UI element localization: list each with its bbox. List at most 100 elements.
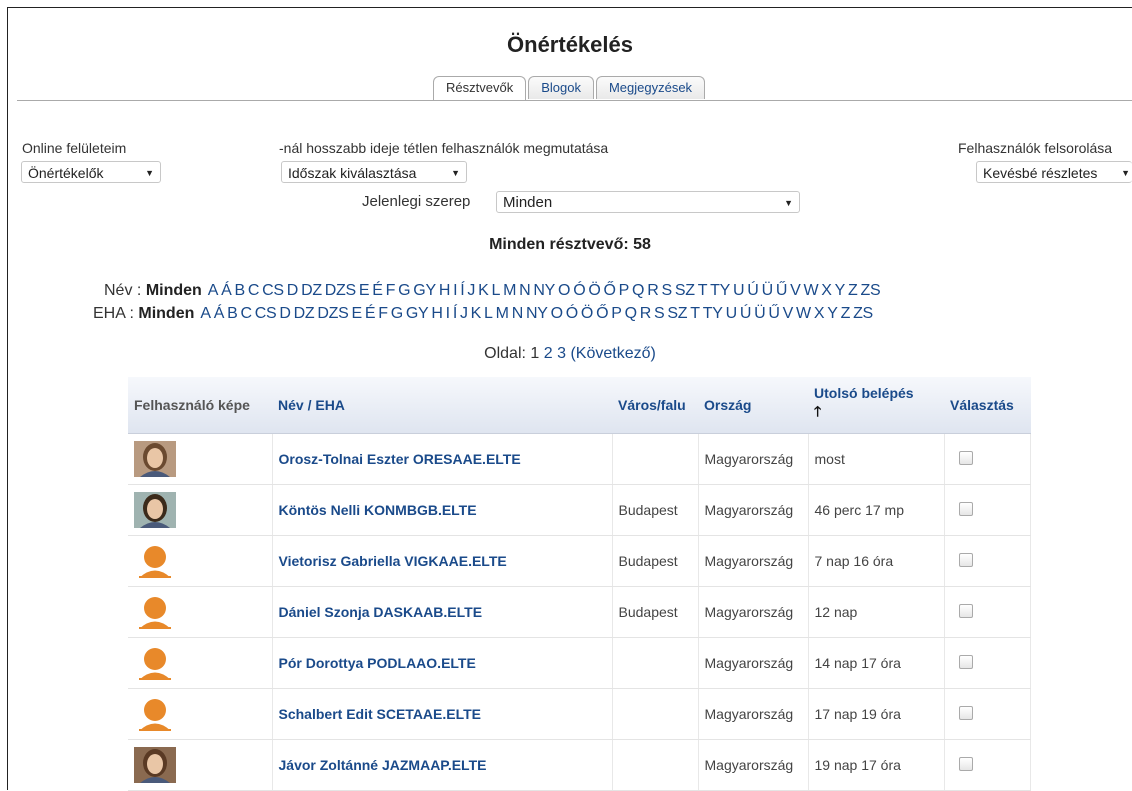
select-checkbox[interactable] [958, 756, 973, 771]
initial-letter-link[interactable]: ZS [861, 282, 881, 299]
initial-letter-link[interactable]: T [698, 282, 708, 299]
initial-letter-link[interactable]: P [611, 305, 622, 322]
user-photo[interactable] [134, 441, 266, 477]
initial-letter-link[interactable]: Z [841, 305, 851, 322]
initial-letter-link[interactable]: Á [214, 305, 225, 322]
initial-letter-link[interactable]: W [796, 305, 811, 322]
tab-blogs[interactable]: Blogok [528, 76, 594, 99]
initial-letter-link[interactable]: V [783, 305, 794, 322]
initial-letter-link[interactable]: NY [526, 305, 548, 322]
initial-letter-link[interactable]: U [726, 305, 738, 322]
initial-letter-link[interactable]: DZS [325, 282, 356, 299]
user-list-select[interactable]: Kevésbé részletes ▼ [976, 161, 1132, 183]
initial-letter-link[interactable]: É [372, 282, 383, 299]
select-checkbox[interactable] [958, 501, 973, 516]
initial-letter-link[interactable]: N [519, 282, 531, 299]
role-select[interactable]: Minden ▼ [496, 191, 800, 213]
initial-letter-link[interactable]: H [439, 282, 451, 299]
initial-letter-link[interactable]: G [391, 305, 403, 322]
initial-letter-link[interactable]: TY [703, 305, 723, 322]
initial-letter-link[interactable]: S [654, 305, 665, 322]
user-name-link[interactable]: Jávor Zoltánné JAZMAAP.ELTE [279, 757, 487, 773]
user-photo[interactable] [134, 747, 266, 783]
default-avatar-icon[interactable] [134, 696, 266, 732]
initial-letter-link[interactable]: C [248, 282, 260, 299]
user-name-link[interactable]: Dániel Szonja DASKAAB.ELTE [279, 604, 483, 620]
user-name-link[interactable]: Köntös Nelli KONMBGB.ELTE [279, 502, 477, 518]
header-last-login[interactable]: Utolsó belépés 🡑 [808, 377, 944, 434]
initial-letter-link[interactable]: DZ [294, 305, 315, 322]
initial-letter-link[interactable]: DZS [317, 305, 348, 322]
initial-letter-link[interactable]: B [227, 305, 238, 322]
tab-comments[interactable]: Megjegyzések [595, 76, 706, 99]
page-link[interactable]: 2 [544, 345, 553, 362]
initial-letter-link[interactable]: X [821, 282, 832, 299]
user-name-link[interactable]: Orosz-Tolnai Eszter ORESAAE.ELTE [279, 451, 521, 467]
header-city[interactable]: Város/falu [612, 377, 698, 434]
initial-letter-link[interactable]: S [661, 282, 672, 299]
initial-letter-link[interactable]: M [496, 305, 509, 322]
initial-letter-link[interactable]: F [378, 305, 388, 322]
initial-letter-link[interactable]: Ű [768, 305, 780, 322]
initial-letter-link[interactable]: Ü [762, 282, 774, 299]
initial-letter-link[interactable]: CS [262, 282, 284, 299]
initial-letter-link[interactable]: Á [221, 282, 232, 299]
header-name[interactable]: Név / EHA [272, 377, 612, 434]
initial-letter-link[interactable]: R [647, 282, 659, 299]
initial-letter-link[interactable]: F [386, 282, 396, 299]
initial-letter-link[interactable]: NY [533, 282, 555, 299]
initial-letter-link[interactable]: R [640, 305, 652, 322]
initial-letter-link[interactable]: G [398, 282, 410, 299]
select-checkbox[interactable] [958, 450, 973, 465]
initial-letter-link[interactable]: O [558, 282, 570, 299]
initial-letter-link[interactable]: T [690, 305, 700, 322]
initial-letter-link[interactable]: Ű [776, 282, 788, 299]
default-avatar-icon[interactable] [134, 543, 266, 579]
initial-letter-link[interactable]: GY [406, 305, 429, 322]
initial-letter-link[interactable]: Ö [581, 305, 593, 322]
initial-letter-link[interactable]: N [512, 305, 524, 322]
user-name-link[interactable]: Vietorisz Gabriella VIGKAAE.ELTE [279, 553, 507, 569]
initial-letter-link[interactable]: H [431, 305, 443, 322]
initial-letter-link[interactable]: M [503, 282, 516, 299]
initial-letter-link[interactable]: É [365, 305, 376, 322]
initial-letter-link[interactable]: O [551, 305, 563, 322]
initial-letter-link[interactable]: Q [632, 282, 644, 299]
online-courses-select[interactable]: Önértékelők ▼ [21, 161, 161, 183]
initial-letter-link[interactable]: I [446, 305, 450, 322]
select-checkbox[interactable] [958, 705, 973, 720]
initial-letter-link[interactable]: J [467, 282, 475, 299]
initial-letter-link[interactable]: SZ [667, 305, 687, 322]
initial-letter-link[interactable]: J [460, 305, 468, 322]
initial-letter-link[interactable]: A [200, 305, 211, 322]
select-checkbox[interactable] [958, 654, 973, 669]
user-name-link[interactable]: Pór Dorottya PODLAAO.ELTE [279, 655, 476, 671]
initial-letter-link[interactable]: Ó [573, 282, 585, 299]
initial-letter-link[interactable]: C [240, 305, 252, 322]
header-select[interactable]: Választás [944, 377, 1031, 434]
initial-letter-link[interactable]: CS [255, 305, 277, 322]
initial-letter-link[interactable]: W [803, 282, 818, 299]
initial-letter-link[interactable]: Ő [596, 305, 608, 322]
initial-letter-link[interactable]: E [351, 305, 362, 322]
initial-letter-link[interactable]: DZ [301, 282, 322, 299]
initial-letter-link[interactable]: Í [453, 305, 457, 322]
initial-letter-link[interactable]: Ö [588, 282, 600, 299]
initial-letter-link[interactable]: V [790, 282, 801, 299]
initial-letter-link[interactable]: TY [710, 282, 730, 299]
user-photo[interactable] [134, 492, 266, 528]
initial-letter-link[interactable]: Y [827, 305, 838, 322]
initial-letter-link[interactable]: X [814, 305, 825, 322]
initial-letter-link[interactable]: Ú [747, 282, 759, 299]
page-link[interactable]: 3 [557, 345, 566, 362]
select-checkbox[interactable] [958, 603, 973, 618]
default-avatar-icon[interactable] [134, 594, 266, 630]
initial-letter-link[interactable]: K [478, 282, 489, 299]
initial-letter-link[interactable]: L [491, 282, 500, 299]
initial-letter-link[interactable]: Q [625, 305, 637, 322]
name-initials-all[interactable]: Minden [146, 282, 202, 299]
initial-letter-link[interactable]: SZ [675, 282, 695, 299]
inactive-period-select[interactable]: Időszak kiválasztása ▼ [281, 161, 467, 183]
eha-initials-all[interactable]: Minden [138, 305, 194, 322]
initial-letter-link[interactable]: L [484, 305, 493, 322]
